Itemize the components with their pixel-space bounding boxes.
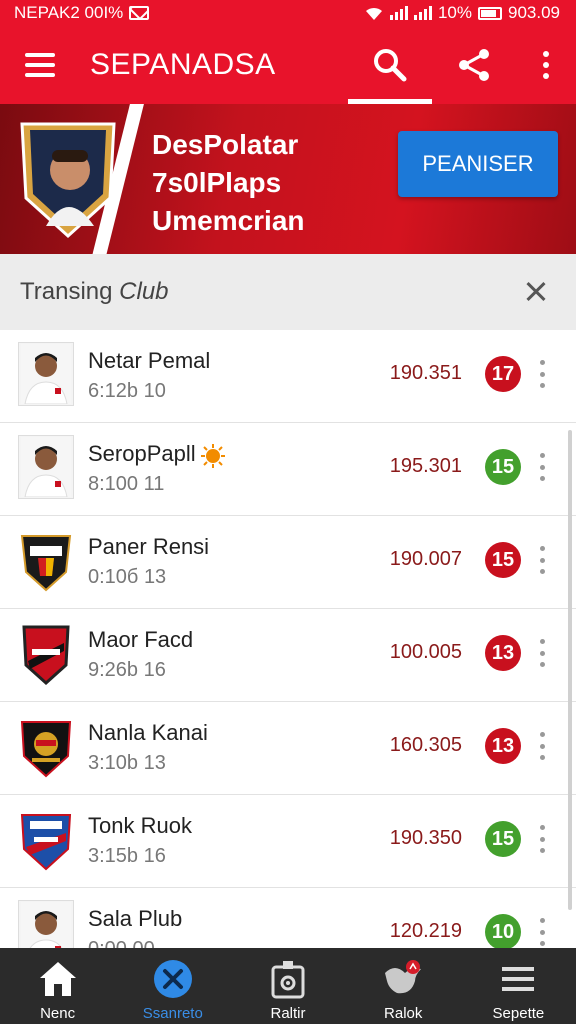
banner-line-2: 7s0lPlaps <box>152 167 282 198</box>
nav-item-sepette[interactable]: Sepette <box>461 948 576 1024</box>
item-subtitle: 6:12b 10 <box>88 380 166 402</box>
more-vertical-icon[interactable] <box>534 639 550 667</box>
nav-label: Nenc <box>40 1005 76 1022</box>
app-bar: SEPANADSA <box>0 26 576 104</box>
item-name: Netar Pemal <box>88 348 211 373</box>
more-vertical-icon[interactable] <box>534 546 550 574</box>
rating-badge: 17 <box>485 356 521 392</box>
gadget-icon <box>266 957 310 1001</box>
rating-badge: 15 <box>485 821 521 857</box>
item-subtitle: 9:26b 16 <box>88 659 166 681</box>
item-subtitle: 0:10б 13 <box>88 566 167 588</box>
share-icon <box>459 49 489 81</box>
item-name: Tonk Ruok <box>88 813 192 838</box>
close-icon[interactable] <box>516 272 556 312</box>
item-name: Nanla Kanai <box>88 720 208 745</box>
more-vertical-icon[interactable] <box>534 918 550 946</box>
bird-icon <box>381 957 425 1001</box>
status-time: 903.09 <box>508 3 560 22</box>
player-crest-icon <box>20 122 116 239</box>
item-value: 190.351 <box>389 362 462 384</box>
bottom-nav: Nenc Ssanreto Raltir Ralok Sepette <box>0 948 576 1024</box>
search-button[interactable] <box>348 26 432 104</box>
player-avatar <box>18 900 74 950</box>
rating-badge: 15 <box>485 449 521 485</box>
overflow-menu-button[interactable] <box>516 26 576 104</box>
share-button[interactable] <box>432 26 516 104</box>
status-left: NEPAK2 00I% <box>14 3 150 23</box>
nav-label: Ssanreto <box>142 1005 203 1022</box>
nav-label: Raltir <box>270 1005 306 1022</box>
more-vertical-icon[interactable] <box>534 732 550 760</box>
list-icon <box>496 957 540 1001</box>
item-value: 160.305 <box>389 734 462 756</box>
signal-icon <box>389 6 408 20</box>
more-vertical-icon[interactable] <box>534 360 550 388</box>
item-name: SeropPapll <box>88 441 196 466</box>
status-left-text: NEPAK2 00I% <box>14 3 124 22</box>
rating-badge: 10 <box>485 914 521 950</box>
item-value: 120.219 <box>389 920 462 942</box>
transfer-list: Netar Pemal 6:12b 10 190.351 17 SeropPapll 8:… <box>0 330 576 950</box>
club-crest-icon <box>18 714 74 778</box>
item-subtitle: 3:10b 13 <box>88 752 166 774</box>
section-title: Transing Club <box>20 278 169 306</box>
list-item[interactable]: Tonk Ruok 3:15b 16 190.350 15 <box>0 795 576 888</box>
signal-icon-2 <box>413 6 432 20</box>
nav-item-nenc[interactable]: Nenc <box>0 948 115 1024</box>
player-avatar <box>18 435 74 499</box>
more-vertical-icon[interactable] <box>534 825 550 853</box>
nav-item-ssanreto[interactable]: Ssanreto <box>115 948 230 1024</box>
app-title: SEPANADSA <box>90 48 276 81</box>
club-crest-icon <box>18 621 74 685</box>
nav-label: Ralok <box>384 1005 423 1022</box>
club-crest-icon <box>18 528 74 592</box>
item-value: 190.007 <box>389 548 462 570</box>
rating-badge: 13 <box>485 635 521 671</box>
list-item[interactable]: Nanla Kanai 3:10b 13 160.305 13 <box>0 702 576 795</box>
mail-icon <box>129 6 150 20</box>
wifi-icon <box>365 7 382 21</box>
list-item[interactable]: Maor Facd 9:26b 16 100.005 13 <box>0 609 576 702</box>
home-icon <box>36 957 80 1001</box>
banner-line-1: DesPolatar <box>152 129 299 160</box>
player-avatar <box>18 342 74 406</box>
search-icon <box>374 49 407 82</box>
section-title-prefix: Transing <box>20 278 113 305</box>
more-vertical-icon[interactable] <box>534 453 550 481</box>
list-item[interactable]: Netar Pemal 6:12b 10 190.351 17 <box>0 330 576 423</box>
item-name: Maor Facd <box>88 627 194 652</box>
close-circle-icon <box>151 957 195 1001</box>
banner-cta-button[interactable]: PEANISER <box>398 131 558 197</box>
nav-label: Sepette <box>492 1005 545 1022</box>
list-item[interactable]: SeropPapll 8:100 11 195.301 15 <box>0 423 576 516</box>
club-crest-icon <box>18 807 74 871</box>
menu-icon[interactable] <box>0 26 80 104</box>
item-value: 100.005 <box>389 641 462 663</box>
item-subtitle: 3:15b 16 <box>88 845 166 867</box>
item-name: Sala Plub <box>88 906 183 931</box>
section-title-italic: Club <box>119 278 169 305</box>
more-vertical-icon <box>543 51 549 79</box>
scrollbar[interactable] <box>568 430 572 910</box>
list-item[interactable]: Sala Plub 0:00 00 120.219 10 <box>0 888 576 950</box>
banner-headline: DesPolatar 7s0lPlaps Umemcrian <box>152 126 305 240</box>
battery-percent: 10% <box>437 3 472 22</box>
nav-item-raltir[interactable]: Raltir <box>230 948 345 1024</box>
item-value: 195.301 <box>389 455 462 477</box>
banner-line-3: Umemcrian <box>152 205 305 236</box>
status-right: 10% 903.09 <box>364 3 560 23</box>
rating-badge: 15 <box>485 542 521 578</box>
battery-icon <box>478 6 502 20</box>
rating-badge: 13 <box>485 728 521 764</box>
status-bar: NEPAK2 00I% 10% 903.09 <box>0 0 576 26</box>
list-item[interactable]: Paner Rensi 0:10б 13 190.007 15 <box>0 516 576 609</box>
item-value: 190.350 <box>389 827 462 849</box>
nav-item-ralok[interactable]: Ralok <box>346 948 461 1024</box>
item-name: Paner Rensi <box>88 534 210 559</box>
sun-badge-icon <box>200 443 226 474</box>
item-subtitle: 8:100 11 <box>88 473 165 495</box>
section-header: Transing Club <box>0 254 576 330</box>
